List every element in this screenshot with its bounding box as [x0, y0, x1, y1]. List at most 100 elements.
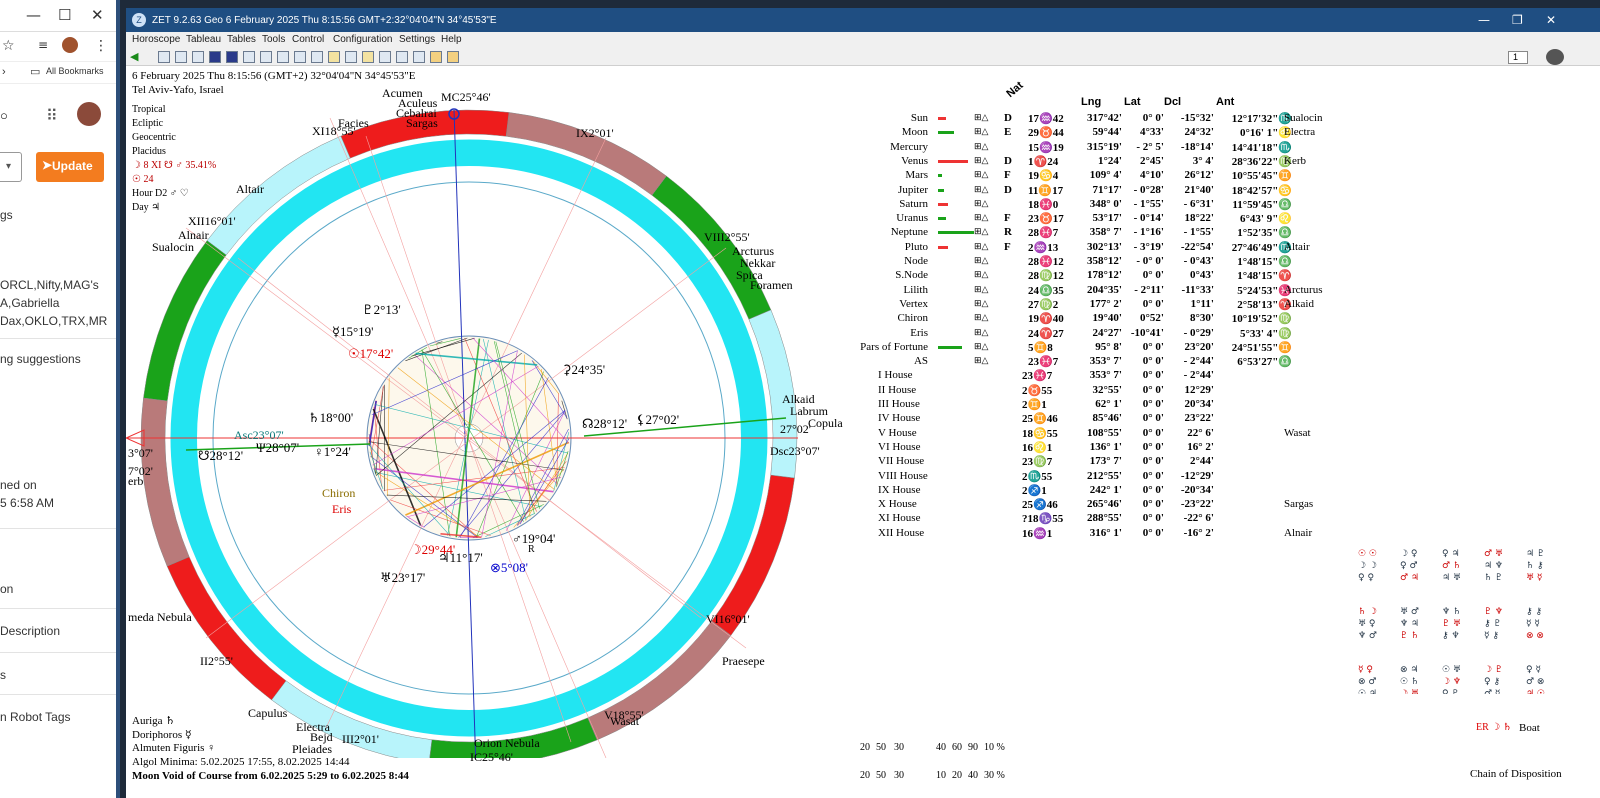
circle-icon[interactable]: [396, 51, 408, 63]
planet-row[interactable]: Venus D 1♈24 1°24' 2°45' 3° 4' 28°36'22"♍ Kerb ⊞…: [818, 155, 1338, 169]
house-row[interactable]: IX House 2♐1 242° 1' 0° 0' -20°34': [818, 484, 1338, 498]
house-lat: 0° 0': [1142, 455, 1164, 468]
maximize-icon[interactable]: ❐: [1512, 13, 1523, 27]
minimize-icon[interactable]: —: [1478, 13, 1490, 27]
browser-window: — ☐ ✕ ☆ ≡ ⋮ › ▭ All Bookmarks ○ ⠿ ▾ ➤ Upd…: [0, 0, 120, 798]
menu-item[interactable]: on: [0, 582, 13, 596]
star-icon[interactable]: ☆: [2, 38, 15, 54]
night-icon[interactable]: [209, 51, 221, 63]
house-row[interactable]: VII House 23♍7 173° 7' 0° 0' 2°44': [818, 455, 1338, 469]
menu-horoscope[interactable]: Horoscope: [132, 34, 180, 45]
dispositor-glyph: ♇ ♄: [1400, 631, 1419, 641]
house-row[interactable]: IV House 25♊46 85°46' 0° 0' 23°22': [818, 412, 1338, 426]
calc-icon[interactable]: [362, 51, 374, 63]
menu-help[interactable]: Help: [441, 34, 462, 45]
planet-row[interactable]: S.Node 28♍12 178°12' 0° 0' 0°43' 1°48'15"♈ ⊞△: [818, 269, 1338, 283]
house-row[interactable]: VIII House 2♏55 212°55' 0° 0' -12°29': [818, 470, 1338, 484]
update-button[interactable]: ➤ Update: [36, 152, 104, 182]
house-row[interactable]: V House 18♋55 108°55' 0° 0' 22° 6' Wasat: [818, 427, 1338, 441]
house-row[interactable]: XI House ?18♑55 288°55' 0° 0' -22° 6': [818, 512, 1338, 526]
grid-icon[interactable]: [243, 51, 255, 63]
planet-row[interactable]: Node 28♓12 358°12' - 0° 0' - 0°43' 1°48'15"♎ ⊞…: [818, 255, 1338, 269]
watchlist-text[interactable]: ORCL,Nifty,MAG's: [0, 278, 99, 292]
window-icon[interactable]: [294, 51, 306, 63]
chiron-label: Chiron: [322, 486, 356, 500]
all-bookmarks-link[interactable]: All Bookmarks: [46, 66, 104, 76]
layers-icon[interactable]: [260, 51, 272, 63]
playlist-icon[interactable]: ≡: [38, 38, 48, 52]
camera-icon[interactable]: [1546, 49, 1564, 65]
profile-avatar[interactable]: [77, 102, 101, 126]
sky-icon[interactable]: [226, 51, 238, 63]
planet-row[interactable]: Uranus F 23♉17 53°17' - 0°14' 18°22' 6°43' 9"♌…: [818, 212, 1338, 226]
strength-bar: [938, 217, 946, 221]
avatar[interactable]: [62, 37, 78, 53]
suggestions-link[interactable]: ng suggestions: [0, 352, 81, 366]
menu-settings[interactable]: Settings: [399, 34, 435, 45]
dispositor-glyph: ♆ ♃: [1400, 619, 1419, 629]
aspect-symbols: ⊞△: [974, 112, 989, 122]
planet-row[interactable]: Pluto F 2♒13 302°13' - 3°19' -22°54' 27°46'49"…: [818, 241, 1338, 255]
check-icon[interactable]: [277, 51, 289, 63]
table-icon[interactable]: [158, 51, 170, 63]
description-item[interactable]: Description: [0, 624, 60, 638]
planet-row[interactable]: Saturn 18♓0 348° 0' - 1°55' - 6°31' 11°59'45"…: [818, 198, 1338, 212]
planet-row[interactable]: Moon E 29♉44 59°44' 4°33' 24°32' 0°16' 1"♌ Elec…: [818, 126, 1338, 140]
planet-row[interactable]: Neptune R 28♓7 358° 7' - 1°16' - 1°55' 1°52'35…: [818, 226, 1338, 240]
planet-row[interactable]: Chiron 19♈40 19°40' 0°52' 8°30' 10°19'52"♍ ⊞△: [818, 312, 1338, 326]
house-row[interactable]: VI House 16♌1 136° 1' 0° 0' 16° 2': [818, 441, 1338, 455]
house-row[interactable]: XII House 16♒1 316° 1' 0° 0' -16° 2' Alnair: [818, 527, 1338, 541]
star-map-icon[interactable]: [413, 51, 425, 63]
globe-icon[interactable]: [175, 51, 187, 63]
watchlist-text[interactable]: Dax,OKLO,TRX,MR: [0, 314, 107, 328]
menu-configuration[interactable]: Configuration: [333, 34, 392, 45]
watchlist-text[interactable]: A,Gabriella: [0, 296, 59, 310]
planet-row[interactable]: Vertex 27♍2 177° 2' 0° 0' 1°11' 2°58'13"♈ Alka…: [818, 298, 1338, 312]
menu-tables[interactable]: Tables: [227, 34, 256, 45]
house-row[interactable]: III House 2♊1 62° 1' 0° 0' 20°34': [818, 398, 1338, 412]
house-name: X House: [878, 498, 917, 511]
more-menu-icon[interactable]: ⋮: [94, 38, 108, 54]
planet-lat: 0° 0': [1142, 355, 1164, 368]
planet-row[interactable]: Lilith 24♎35 204°35' - 2°11' -11°33' 5°24'53"…: [818, 284, 1338, 298]
star-label: Praesepe: [722, 654, 765, 668]
frame-icon[interactable]: [311, 51, 323, 63]
layout-icon[interactable]: [379, 51, 391, 63]
dispositor-glyph: ♂ ♅: [1484, 549, 1503, 559]
wheel-icon[interactable]: [192, 51, 204, 63]
maximize-icon[interactable]: ☐: [58, 6, 71, 24]
page-number-input[interactable]: 1: [1508, 51, 1528, 64]
chart-icon[interactable]: [345, 51, 357, 63]
back-arrow-icon[interactable]: ◀: [130, 50, 138, 63]
robot-tags-item[interactable]: n Robot Tags: [0, 710, 71, 724]
menu-tableau[interactable]: Tableau: [186, 34, 221, 45]
planet-lat: 4°33': [1140, 126, 1164, 139]
house-lng: 32°55': [1092, 383, 1122, 396]
house-row[interactable]: X House 25♐46 265°46' 0° 0' -23°22' Sargas: [818, 498, 1338, 512]
house-row[interactable]: I House 23♓7 353° 7' 0° 0' - 2°44': [818, 369, 1338, 383]
planet-row[interactable]: Pars of Fortune 5♊8 95° 8' 0° 0' 23°20' 24°51…: [818, 341, 1338, 355]
menu-item[interactable]: s: [0, 668, 6, 682]
minimize-icon[interactable]: —: [26, 6, 41, 24]
chevron-right-icon[interactable]: ›: [2, 66, 6, 78]
planet-name: Pars of Fortune: [860, 340, 928, 353]
house-icon[interactable]: [447, 51, 459, 63]
plus-icon[interactable]: [328, 51, 340, 63]
close-icon[interactable]: ✕: [1546, 13, 1556, 27]
close-icon[interactable]: ✕: [91, 6, 104, 24]
menu-control[interactable]: Control: [292, 34, 324, 45]
sun-icon[interactable]: [430, 51, 442, 63]
divider: [0, 608, 116, 609]
apps-grid-icon[interactable]: ⠿: [46, 106, 58, 126]
menu-tools[interactable]: Tools: [262, 34, 285, 45]
select-dropdown[interactable]: ▾: [0, 152, 22, 182]
planet-row[interactable]: Mercury 15♒19 315°19' - 2° 5' -18°14' 14°41'1…: [818, 141, 1338, 155]
planet-row[interactable]: Eris 24♈27 24°27' -10°41' - 0°29' 5°33' 4"♍ ⊞△: [818, 327, 1338, 341]
planet-row[interactable]: Mars F 19♋4 109° 4' 4°10' 26°12' 10°55'45"♊ ⊞△: [818, 169, 1338, 183]
aspect-symbols: ⊞△: [974, 140, 989, 151]
house-row[interactable]: II House 2♉55 32°55' 0° 0' 12°29': [818, 384, 1338, 398]
dispositor-glyph: ⚷ ♇: [1484, 619, 1502, 629]
planet-row[interactable]: Jupiter D 11♊17 71°17' - 0°28' 21°40' 18°42'57…: [818, 184, 1338, 198]
planet-row[interactable]: Sun D 17♒42 317°42' 0° 0' -15°32' 12°17'32"♏ Su…: [818, 112, 1338, 126]
planet-row[interactable]: AS 23♓7 353° 7' 0° 0' - 2°44' 6°53'27"♎ ⊞△: [818, 355, 1338, 369]
